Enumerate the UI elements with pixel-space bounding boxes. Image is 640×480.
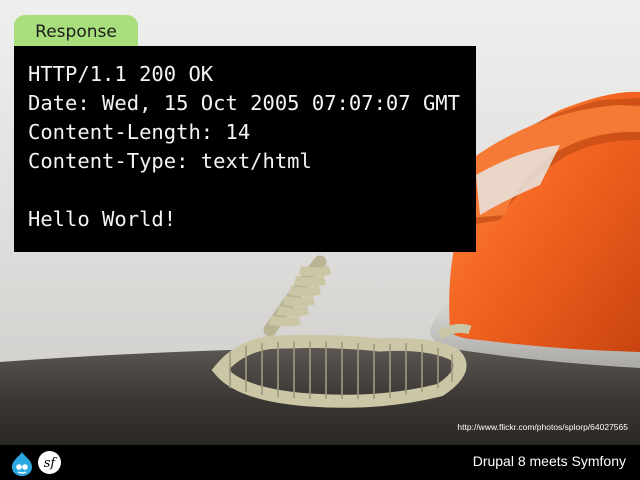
slide: Response HTTP/1.1 200 OK Date: Wed, 15 O…	[0, 0, 640, 480]
response-tab: Response	[14, 15, 138, 49]
code-line-date: Date: Wed, 15 Oct 2005 07:07:07 GMT	[28, 91, 460, 115]
drupal-logo-icon	[12, 452, 32, 476]
code-line-content-length: Content-Length: 14	[28, 120, 251, 144]
code-line-body: Hello World!	[28, 207, 177, 231]
photo-credit-link[interactable]: http://www.flickr.com/photos/splorp/6402…	[457, 422, 628, 432]
code-line-status: HTTP/1.1 200 OK	[28, 62, 214, 86]
symfony-logo-icon: sf	[38, 451, 61, 474]
footer-bar: sf Drupal 8 meets Symfony	[0, 445, 640, 480]
code-line-content-type: Content-Type: text/html	[28, 149, 312, 173]
http-response-code-block: HTTP/1.1 200 OK Date: Wed, 15 Oct 2005 0…	[14, 46, 476, 252]
presentation-title: Drupal 8 meets Symfony	[472, 453, 626, 469]
